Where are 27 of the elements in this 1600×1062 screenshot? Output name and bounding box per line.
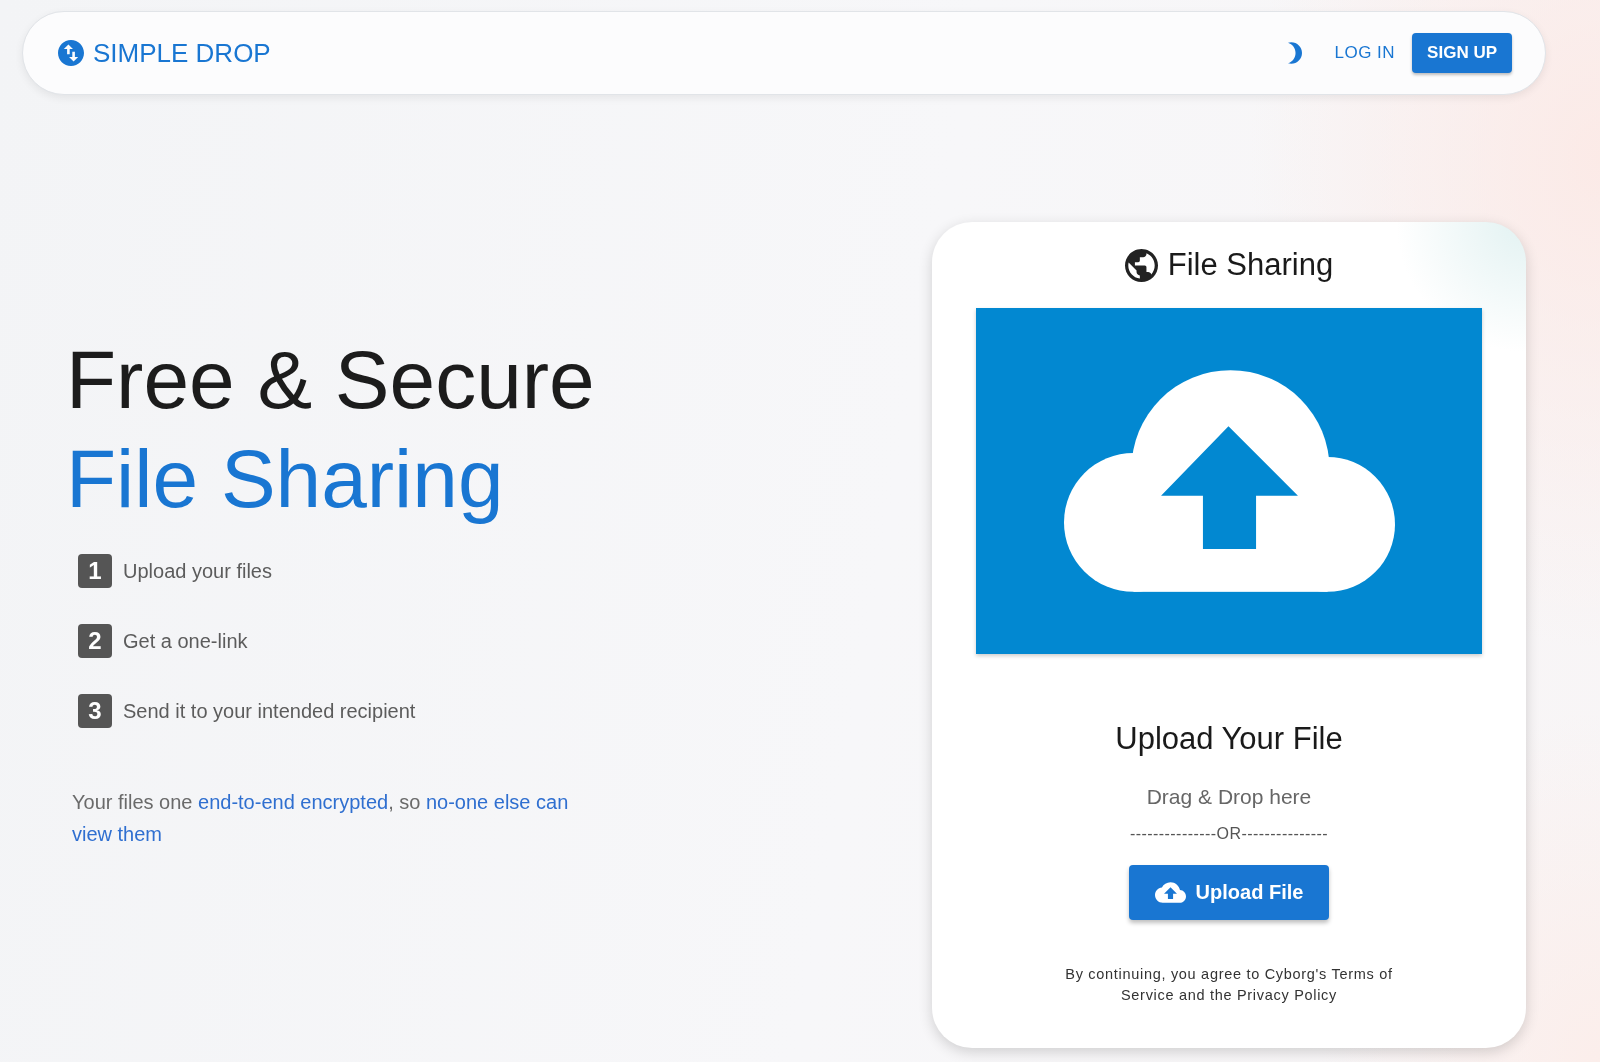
moon-icon[interactable] xyxy=(1288,42,1303,64)
or-divider: ---------------OR--------------- xyxy=(1129,824,1329,844)
login-button[interactable]: LOG IN xyxy=(1326,35,1404,71)
card-title: File Sharing xyxy=(1167,246,1334,284)
upload-file-button[interactable]: Upload File xyxy=(1129,865,1329,920)
drag-drop-hint: Drag & Drop here xyxy=(1146,784,1312,810)
globe-icon xyxy=(1124,248,1158,282)
signup-button[interactable]: SIGN UP xyxy=(1412,33,1512,73)
text-link[interactable]: view them xyxy=(72,823,163,845)
privacy-note: Your files one end-to-end encrypted, so no-one else can view them xyxy=(72,790,570,847)
step-text: Upload your files xyxy=(123,559,272,583)
step-text: Get a one-link xyxy=(123,629,248,653)
step-text: Send it to your intended recipient xyxy=(123,699,416,723)
step-number: 3 xyxy=(78,694,112,728)
cloud-upload-icon xyxy=(1154,882,1186,903)
hero-title: File Sharing xyxy=(66,432,504,526)
cloud-upload-icon xyxy=(1063,370,1395,592)
step-number: 2 xyxy=(78,624,112,658)
hero-title: Free & Secure xyxy=(66,333,595,427)
brand-name: SIMPLE DROP xyxy=(93,38,271,68)
upload-heading: Upload Your File xyxy=(1115,720,1343,758)
terms-text: By continuing, you agree to Cyborg's Terms of Service and the Privacy Policy xyxy=(1064,965,1394,1005)
text-link[interactable]: no-one else can xyxy=(425,791,569,813)
step-number: 1 xyxy=(78,554,112,588)
text-link[interactable]: end-to-end encrypted xyxy=(198,791,389,813)
swap-arrows-icon xyxy=(58,40,84,66)
drop-zone[interactable] xyxy=(976,308,1482,654)
